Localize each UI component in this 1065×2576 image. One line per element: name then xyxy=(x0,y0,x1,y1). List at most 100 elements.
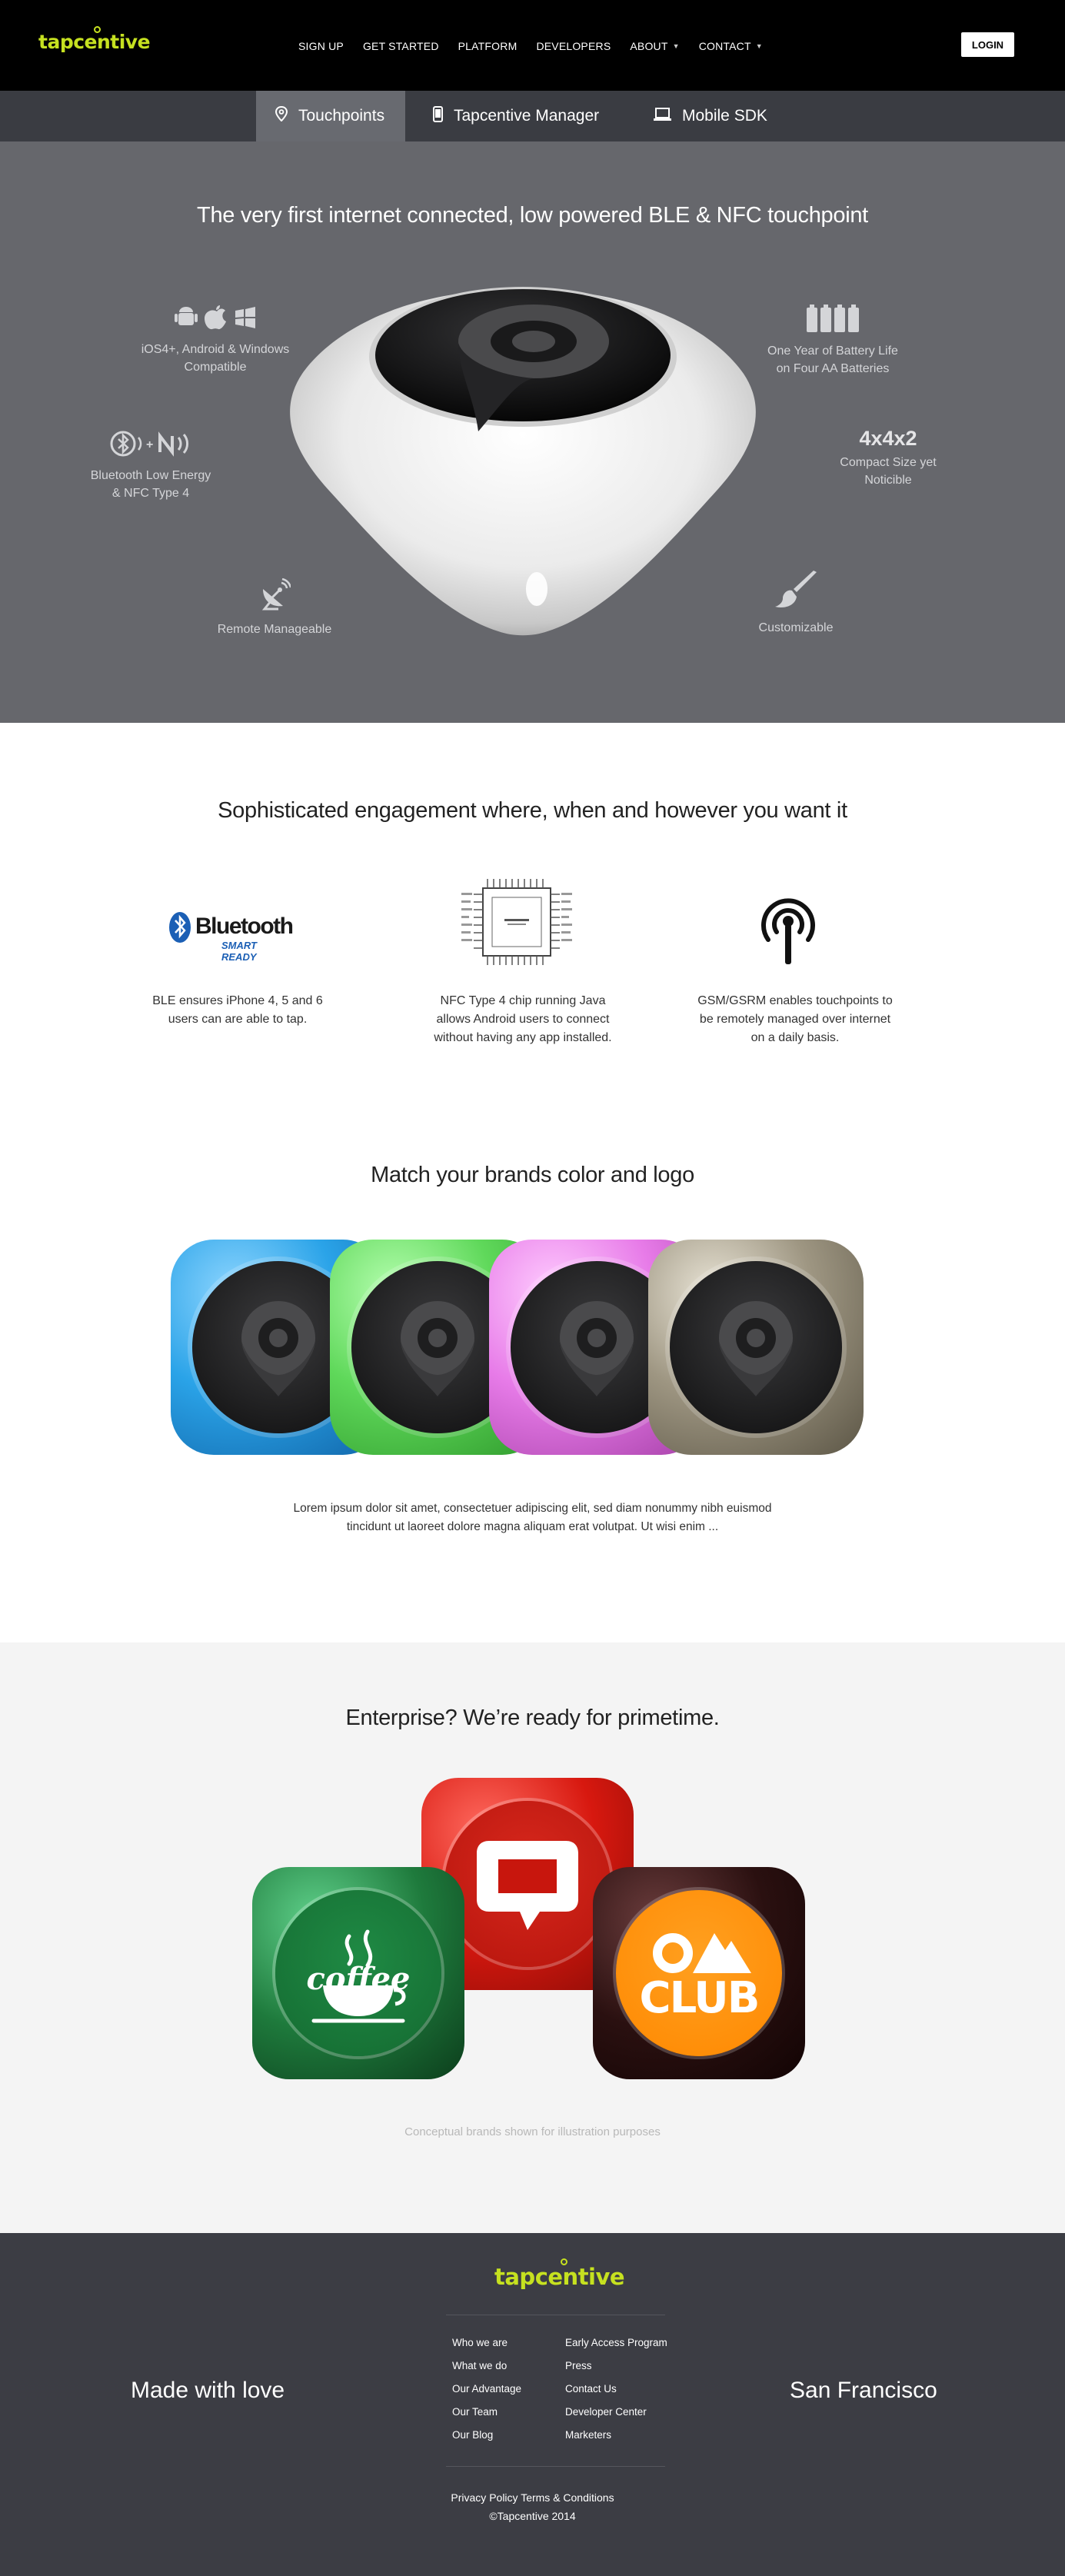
engagement-title: Sophisticated engagement where, when and… xyxy=(218,798,847,823)
footer-legal-links: Privacy Policy Terms & Conditions xyxy=(0,2488,1065,2508)
satellite-dish-icon xyxy=(198,577,351,616)
tab-label: Tapcentive Manager xyxy=(454,107,600,125)
footer-logo[interactable]: tapcentive xyxy=(494,2258,625,2290)
club-brand-text: CLUB xyxy=(639,1973,760,2023)
logo-text: tapcentive xyxy=(494,2264,625,2290)
bluetooth-wordmark: Bluetooth xyxy=(195,914,294,939)
feature-text: & NFC Type 4 xyxy=(111,487,190,500)
brand-puck-club: CLUB xyxy=(593,1867,805,2079)
feature-remote: Remote Manageable xyxy=(198,577,351,638)
nav-label: DEVELOPERS xyxy=(536,40,611,52)
login-button[interactable]: LOGIN xyxy=(961,32,1014,57)
feature-size: 4x4x2 Compact Size yet Noticible xyxy=(811,428,965,489)
svg-text:+: + xyxy=(146,438,153,451)
feature-text: One Year of Battery Life xyxy=(767,344,898,358)
footer-copyright: ©Tapcentive 2014 xyxy=(489,2510,576,2522)
feature-text: iOS4+, Android & Windows xyxy=(141,343,290,356)
puck-bronze xyxy=(648,1240,864,1455)
nav-platform[interactable]: PLATFORM xyxy=(458,40,518,52)
tab-label: Mobile SDK xyxy=(682,107,767,125)
feature-ble-nfc: + Bluetooth Low Energy & NFC Type 4 xyxy=(74,431,228,502)
nav-about[interactable]: ABOUT ▼ xyxy=(630,40,679,52)
logo-text: tapcentive xyxy=(38,31,151,53)
brand-colors-title: Match your brands color and logo xyxy=(371,1163,694,1187)
footer-link-what-we-do[interactable]: What we do xyxy=(452,2355,521,2378)
footer-link-our-blog[interactable]: Our Blog xyxy=(452,2424,521,2447)
nav-label: ABOUT xyxy=(630,40,668,52)
tab-tapcentive-manager[interactable]: Tapcentive Manager xyxy=(433,91,599,141)
tech-nfc-text: NFC Type 4 chip running Java allows Andr… xyxy=(423,992,623,1047)
phone-icon xyxy=(433,105,443,127)
nav-sign-up[interactable]: SIGN UP xyxy=(298,40,344,52)
footer-link-who-we-are[interactable]: Who we are xyxy=(452,2331,521,2355)
coffee-cup-icon: coffee xyxy=(275,1890,441,2056)
feature-text: Compatible xyxy=(184,361,247,374)
chevron-down-icon: ▼ xyxy=(755,42,763,50)
lorem-line: Lorem ipsum dolor sit amet, consectetuer… xyxy=(293,1502,772,1515)
footer-location: San Francisco xyxy=(790,2378,937,2403)
product-subnav: Touchpoints Tapcentive Manager Mobile SD… xyxy=(0,91,1065,141)
feature-text: Remote Manageable xyxy=(217,623,332,636)
nav-get-started[interactable]: GET STARTED xyxy=(363,40,439,52)
club-mountain-icon: CLUB xyxy=(616,1890,782,2056)
privacy-policy-link[interactable]: Privacy Policy xyxy=(451,2491,518,2504)
chat-bubble-icon xyxy=(444,1801,611,1967)
tech-gsm-text: GSM/GSRM enables touchpoints to be remot… xyxy=(695,992,895,1047)
footer-link-developer-center[interactable]: Developer Center xyxy=(565,2401,667,2424)
tapcentive-logo[interactable]: tapcentive xyxy=(38,26,151,53)
conceptual-disclaimer: Conceptual brands shown for illustration… xyxy=(404,2125,661,2138)
coffee-brand-text: coffee xyxy=(306,1961,411,1997)
feature-text: Noticible xyxy=(864,474,912,487)
feature-text: on Four AA Batteries xyxy=(776,362,890,375)
feature-os-compat: iOS4+, Android & Windows Compatible xyxy=(138,305,292,376)
feature-text: Customizable xyxy=(758,621,834,634)
footer-divider xyxy=(446,2466,665,2467)
tech-text-line: be remotely managed over internet xyxy=(699,1013,891,1026)
bluetooth-smart-ready-logo: Bluetooth SMART READY xyxy=(168,907,294,963)
nav-label: SIGN UP xyxy=(298,40,344,52)
footer-link-our-team[interactable]: Our Team xyxy=(452,2401,521,2424)
feature-customizable: Customizable xyxy=(719,571,873,637)
footer-links-col2: Early Access Program Press Contact Us De… xyxy=(565,2331,667,2447)
nav-label: PLATFORM xyxy=(458,40,518,52)
terms-link[interactable]: Terms & Conditions xyxy=(521,2491,614,2504)
feature-text: Compact Size yet xyxy=(840,456,937,469)
platform-logos-icon xyxy=(138,305,292,336)
tech-text-line: NFC Type 4 chip running Java xyxy=(440,994,606,1007)
batteries-icon xyxy=(756,305,910,338)
footer-made-with-love: Made with love xyxy=(131,2378,285,2403)
tab-touchpoints[interactable]: Touchpoints xyxy=(256,91,405,141)
tab-mobile-sdk[interactable]: Mobile SDK xyxy=(654,91,767,141)
nav-developers[interactable]: DEVELOPERS xyxy=(536,40,611,52)
tab-label: Touchpoints xyxy=(298,107,385,125)
tech-text-line: allows Android users to connect xyxy=(436,1013,610,1026)
paintbrush-icon xyxy=(719,571,873,614)
location-logo-icon xyxy=(719,1301,793,1396)
logo-dot-icon xyxy=(561,2258,567,2265)
tech-text-line: users can are able to tap. xyxy=(168,1013,308,1026)
enterprise-title: Enterprise? We’re ready for primetime. xyxy=(345,1706,720,1730)
touchpoint-device-illustration xyxy=(290,287,756,636)
chevron-down-icon: ▼ xyxy=(672,42,680,50)
tech-text-line: without having any app installed. xyxy=(434,1031,612,1044)
site-footer: tapcentive Made with love San Francisco … xyxy=(0,2233,1065,2576)
main-nav: SIGN UP GET STARTED PLATFORM DEVELOPERS … xyxy=(298,40,782,52)
footer-link-marketers[interactable]: Marketers xyxy=(565,2424,667,2447)
feature-text: Bluetooth Low Energy xyxy=(90,469,211,482)
footer-link-early-access[interactable]: Early Access Program xyxy=(565,2331,667,2355)
nav-label: GET STARTED xyxy=(362,40,439,52)
puck-face xyxy=(670,1261,842,1433)
nfc-chip-diagram xyxy=(460,871,574,974)
footer-links-col1: Who we are What we do Our Advantage Our … xyxy=(452,2331,521,2447)
tech-text-line: BLE ensures iPhone 4, 5 and 6 xyxy=(152,994,323,1007)
feature-battery: One Year of Battery Life on Four AA Batt… xyxy=(756,305,910,378)
brand-colors-description: Lorem ipsum dolor sit amet, consectetuer… xyxy=(261,1499,804,1536)
hero-section: The very first internet connected, low p… xyxy=(0,141,1065,723)
nav-contact[interactable]: CONTACT ▼ xyxy=(699,40,763,52)
footer-link-press[interactable]: Press xyxy=(565,2355,667,2378)
logo-dot-icon xyxy=(94,26,101,33)
brand-puck-coffee: coffee xyxy=(252,1867,464,2079)
lorem-line: tincidunt ut laoreet dolore magna aliqua… xyxy=(346,1520,719,1533)
footer-link-contact-us[interactable]: Contact Us xyxy=(565,2378,667,2401)
footer-link-our-advantage[interactable]: Our Advantage xyxy=(452,2378,521,2401)
